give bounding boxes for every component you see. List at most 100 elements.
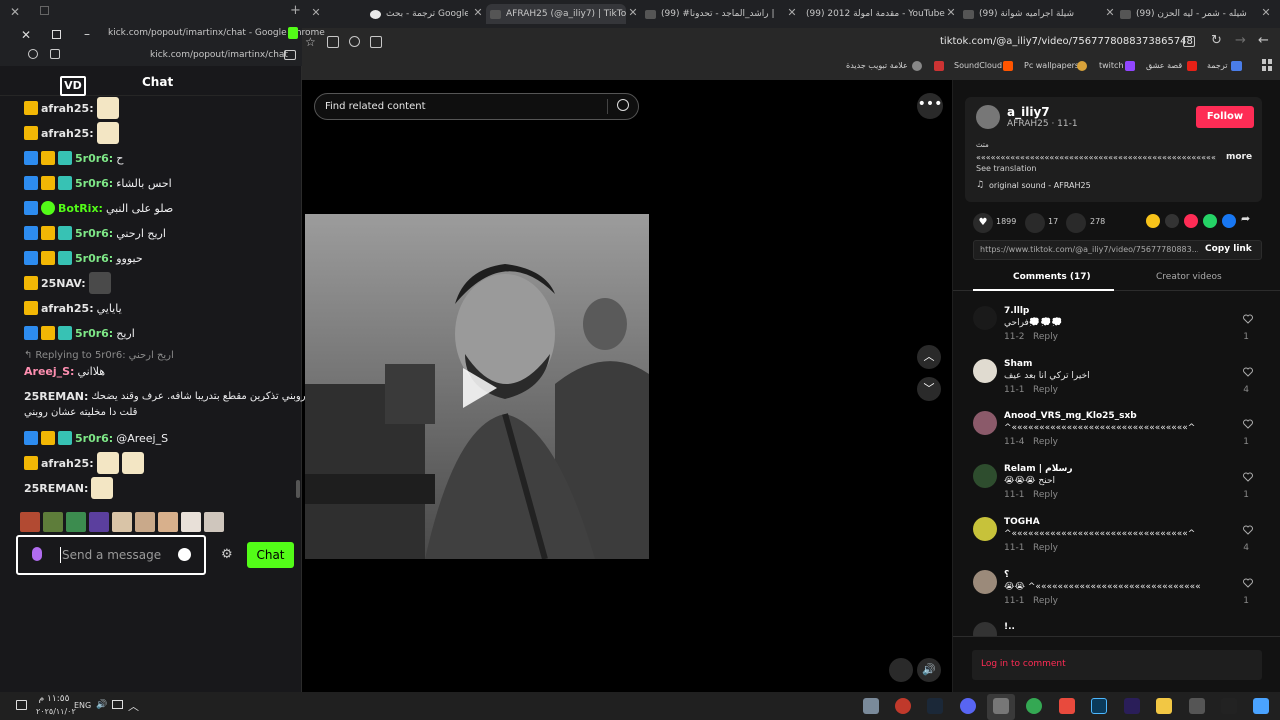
tab-youtube-2[interactable]: (99) مقدمة امولة 2012 - YouTube: [806, 4, 946, 24]
comment-author[interactable]: 7.lllp: [1004, 306, 1029, 316]
emote-button[interactable]: [43, 512, 63, 532]
comment-avatar[interactable]: [973, 570, 997, 594]
close-tab-icon[interactable]: ✕: [1260, 7, 1272, 19]
see-translation-link[interactable]: See translation: [976, 164, 1036, 173]
zoom-icon[interactable]: [349, 36, 360, 47]
chat-username[interactable]: BotRix:: [58, 202, 103, 215]
site-settings-icon[interactable]: [1183, 36, 1195, 47]
comment-author[interactable]: TOGHA: [1004, 517, 1040, 527]
tab-google-translate[interactable]: ترجمة - بحث Google: [370, 4, 468, 24]
taskbar-time[interactable]: ١١:٥٥ م: [38, 694, 70, 704]
emote-button[interactable]: [204, 512, 224, 532]
close-tab-icon[interactable]: ✕: [945, 7, 957, 19]
comment-icon[interactable]: [1025, 213, 1045, 233]
new-tab-icon[interactable]: +: [290, 3, 301, 18]
notification-icon[interactable]: [16, 700, 27, 710]
send-chat-button[interactable]: Chat: [247, 542, 294, 568]
bookmark-story[interactable]: قصة عشق: [1146, 61, 1182, 70]
reply-link[interactable]: Reply: [1033, 490, 1058, 500]
chat-username[interactable]: 5r0r6:: [75, 177, 113, 190]
comment-avatar[interactable]: [973, 517, 997, 541]
chat-username[interactable]: afrah25:: [41, 457, 94, 470]
close-tab-icon[interactable]: ✕: [472, 7, 484, 19]
comment-like-icon[interactable]: [1243, 578, 1253, 588]
chat-username[interactable]: 25REMAN:: [24, 482, 88, 495]
translate-icon[interactable]: [370, 36, 382, 48]
search-icon[interactable]: [617, 99, 629, 111]
chat-settings-icon[interactable]: ⚙: [221, 547, 233, 562]
emote-button[interactable]: [112, 512, 132, 532]
comment-avatar[interactable]: [973, 622, 997, 636]
windows-start-icon[interactable]: [1253, 698, 1269, 714]
heart-icon[interactable]: ♥: [973, 213, 993, 233]
emote-button[interactable]: [20, 512, 40, 532]
volume-icon[interactable]: 🔊: [917, 658, 941, 682]
chat-username[interactable]: afrah25:: [41, 102, 94, 115]
channel-logo[interactable]: VD: [60, 76, 86, 96]
comment-avatar[interactable]: [973, 306, 997, 330]
reply-link[interactable]: Reply: [1033, 332, 1058, 342]
previous-video-icon[interactable]: ︿: [917, 345, 941, 369]
comment-avatar[interactable]: [973, 411, 997, 435]
comment-like-icon[interactable]: [1243, 367, 1253, 377]
emote-button[interactable]: [158, 512, 178, 532]
comment-author[interactable]: Anood_VRS_mg_Klo25_sxb: [1004, 411, 1137, 421]
emote-button[interactable]: [135, 512, 155, 532]
popup-translate-icon[interactable]: [50, 49, 60, 59]
chat-username[interactable]: afrah25:: [41, 127, 94, 140]
facebook-icon[interactable]: [1222, 214, 1236, 228]
tray-chevron-icon[interactable]: ︿: [128, 698, 139, 714]
sound-name[interactable]: original sound - AFRAH25: [989, 181, 1091, 190]
chat-username[interactable]: 5r0r6:: [75, 327, 113, 340]
comment-author[interactable]: ؟: [1004, 570, 1009, 580]
close-icon[interactable]: ✕: [21, 28, 31, 42]
emote-button[interactable]: [66, 512, 86, 532]
comment-author[interactable]: Relam | رسلام: [1004, 464, 1073, 474]
share-icon[interactable]: ➦: [1241, 212, 1250, 225]
network-tray-icon[interactable]: [112, 700, 123, 709]
message-input[interactable]: Send a message: [62, 548, 161, 562]
popup-url[interactable]: kick.com/popout/imartinx/chat: [150, 50, 288, 60]
chat-input-box[interactable]: Send a message: [16, 535, 206, 575]
emote-button[interactable]: [89, 512, 109, 532]
comment-author[interactable]: Sham: [1004, 359, 1032, 369]
taskbar-app-icon[interactable]: [863, 698, 879, 714]
bookmark-soundcloud[interactable]: SoundCloud: [954, 61, 1002, 70]
reply-link[interactable]: Reply: [1033, 543, 1058, 553]
apps-grid-icon[interactable]: [1262, 59, 1274, 71]
emoji-icon[interactable]: [178, 548, 191, 561]
taskbar-app-icon[interactable]: [895, 698, 911, 714]
bookmark-translate[interactable]: ترجمة: [1207, 61, 1228, 70]
close-tab-icon[interactable]: ✕: [786, 7, 798, 19]
reload-icon[interactable]: ↻: [1211, 33, 1222, 48]
steam-icon[interactable]: [927, 698, 943, 714]
author-name[interactable]: a_iliy7: [1007, 105, 1050, 119]
comment-like-icon[interactable]: [1243, 472, 1253, 482]
bookmark-twitch[interactable]: twitch: [1099, 61, 1124, 70]
tab-youtube-1[interactable]: (99) #راشد_الماجد - تحدونا |: [645, 4, 775, 24]
comment-like-icon[interactable]: [1243, 314, 1253, 324]
maximize-icon[interactable]: [52, 30, 61, 39]
taskbar-app-icon[interactable]: [1059, 698, 1075, 714]
minimize-icon[interactable]: –: [84, 27, 90, 41]
search-input[interactable]: Find related content: [325, 101, 426, 112]
taskbar-app-icon[interactable]: [993, 698, 1009, 714]
address-bar[interactable]: tiktok.com/@a_iliy7/video/75677780883738…: [940, 36, 1193, 47]
microphone-icon[interactable]: [32, 547, 42, 561]
taskbar-app-icon[interactable]: [1189, 698, 1205, 714]
close-window-icon[interactable]: ✕: [10, 5, 20, 19]
chat-username[interactable]: 25REMAN:: [24, 390, 88, 403]
whatsapp-icon[interactable]: [1203, 214, 1217, 228]
chat-username[interactable]: 5r0r6:: [75, 227, 113, 240]
popup-zoom-icon[interactable]: [28, 49, 38, 59]
bookmark-new-tab[interactable]: علامة تبويب جديدة: [846, 61, 908, 70]
more-link[interactable]: more: [1226, 152, 1252, 162]
tab-creator-videos[interactable]: Creator videos: [1156, 272, 1222, 282]
login-to-comment-box[interactable]: Log in to comment: [972, 650, 1262, 680]
after-effects-icon[interactable]: [1124, 698, 1140, 714]
taskbar-app-icon[interactable]: [1091, 698, 1107, 714]
reply-link[interactable]: Reply: [1033, 437, 1058, 447]
chat-username[interactable]: 5r0r6:: [75, 432, 113, 445]
chat-username[interactable]: afrah25:: [41, 302, 94, 315]
tab-comments[interactable]: Comments (17): [1013, 272, 1091, 282]
